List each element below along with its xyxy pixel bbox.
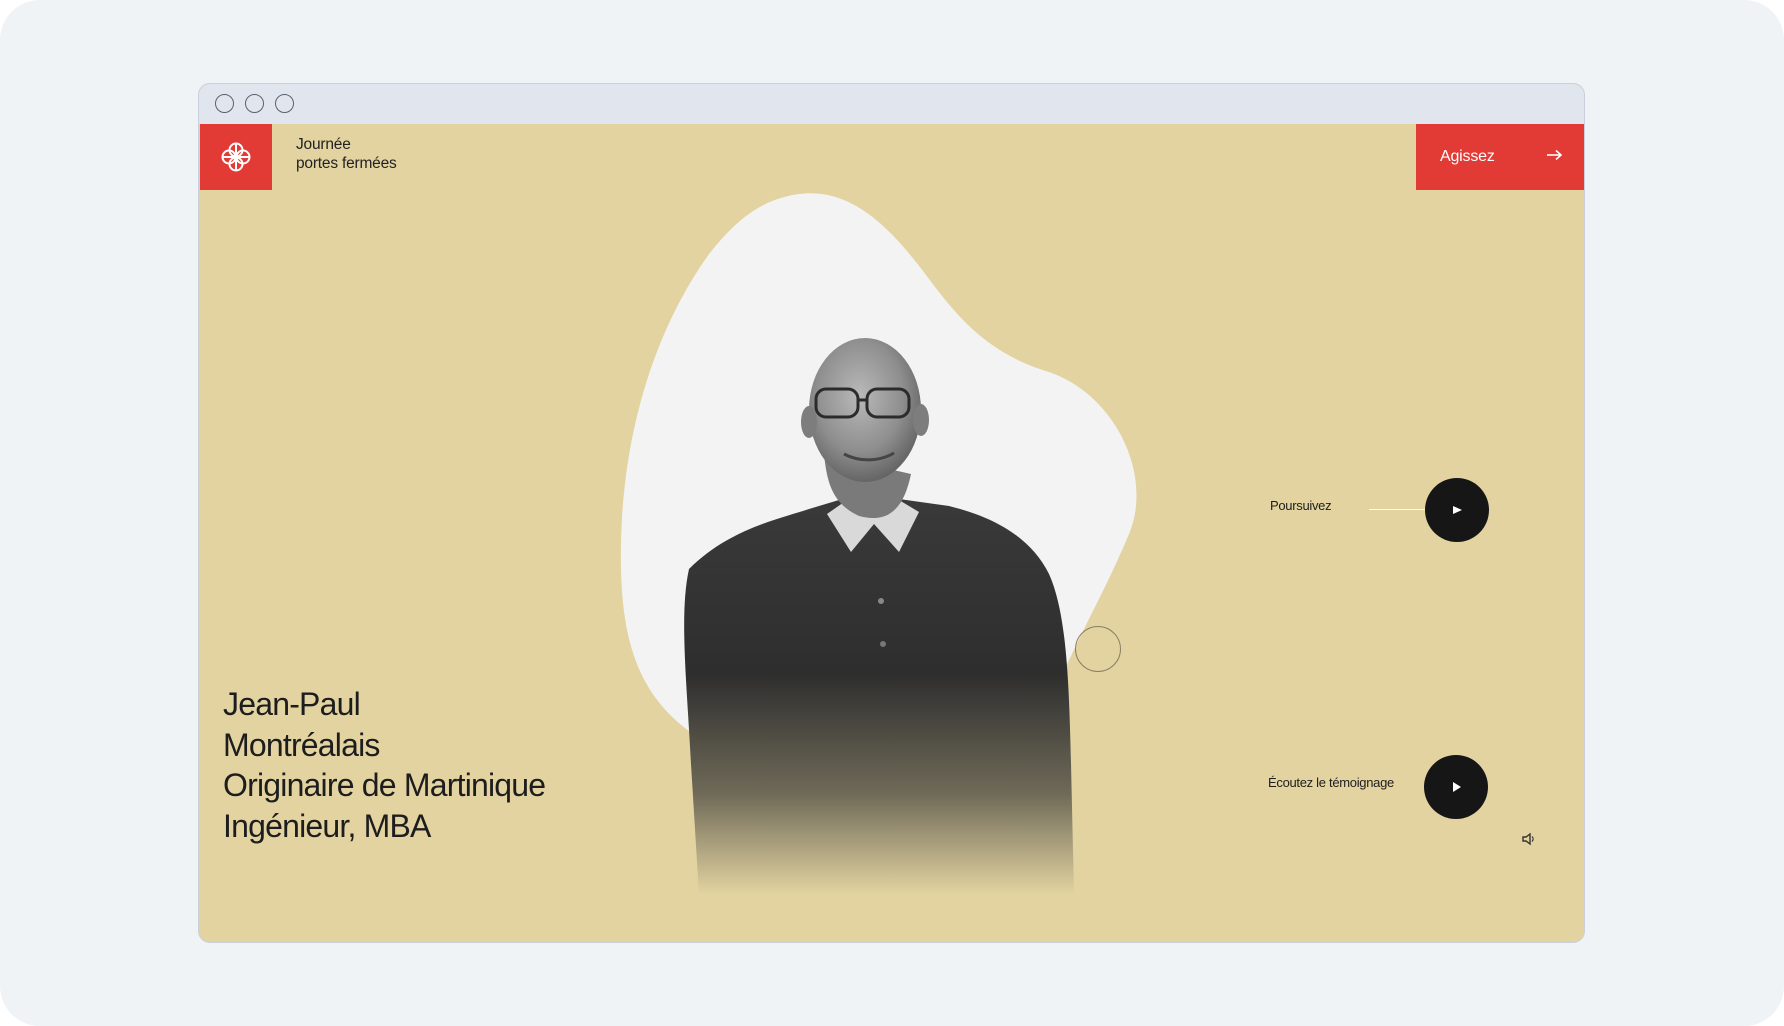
window-control-close[interactable]: [215, 94, 234, 113]
arrow-right-icon: [1547, 149, 1563, 161]
speaker-icon[interactable]: [1521, 831, 1537, 847]
profile-city: Montréalais: [223, 726, 380, 763]
window-titlebar: [199, 84, 1584, 124]
profile-occupation: Ingénieur, MBA: [223, 807, 431, 844]
window-control-maximize[interactable]: [275, 94, 294, 113]
next-button[interactable]: [1425, 478, 1489, 542]
agissez-button[interactable]: Agissez: [1416, 124, 1584, 190]
brand-line-1: Journée: [296, 136, 351, 153]
profile-name: Jean-Paul: [223, 686, 361, 722]
window-control-minimize[interactable]: [245, 94, 264, 113]
listen-label[interactable]: Écoutez le témoignage: [1268, 775, 1394, 790]
brand-name[interactable]: Journée portes fermées: [296, 135, 397, 173]
play-testimony-button[interactable]: [1424, 755, 1488, 819]
profile-caption: Jean-Paul Montréalais Originaire de Mart…: [223, 684, 546, 846]
montreal-flower-logo-icon: [221, 142, 251, 172]
play-icon: [1453, 782, 1461, 792]
landing-page: Journée portes fermées Agissez Jean-Paul…: [199, 124, 1584, 942]
brand-line-2: portes fermées: [296, 155, 397, 172]
arrow-right-icon: [1453, 506, 1462, 514]
browser-window: Journée portes fermées Agissez Jean-Paul…: [198, 83, 1585, 943]
profile-origin: Originaire de Martinique: [223, 767, 546, 803]
next-label[interactable]: Poursuivez: [1270, 498, 1332, 513]
cursor-ring: [1075, 626, 1121, 672]
logo-button[interactable]: [200, 124, 272, 190]
screenshot-frame: Journée portes fermées Agissez Jean-Paul…: [0, 0, 1784, 1026]
agissez-label: Agissez: [1440, 148, 1495, 165]
